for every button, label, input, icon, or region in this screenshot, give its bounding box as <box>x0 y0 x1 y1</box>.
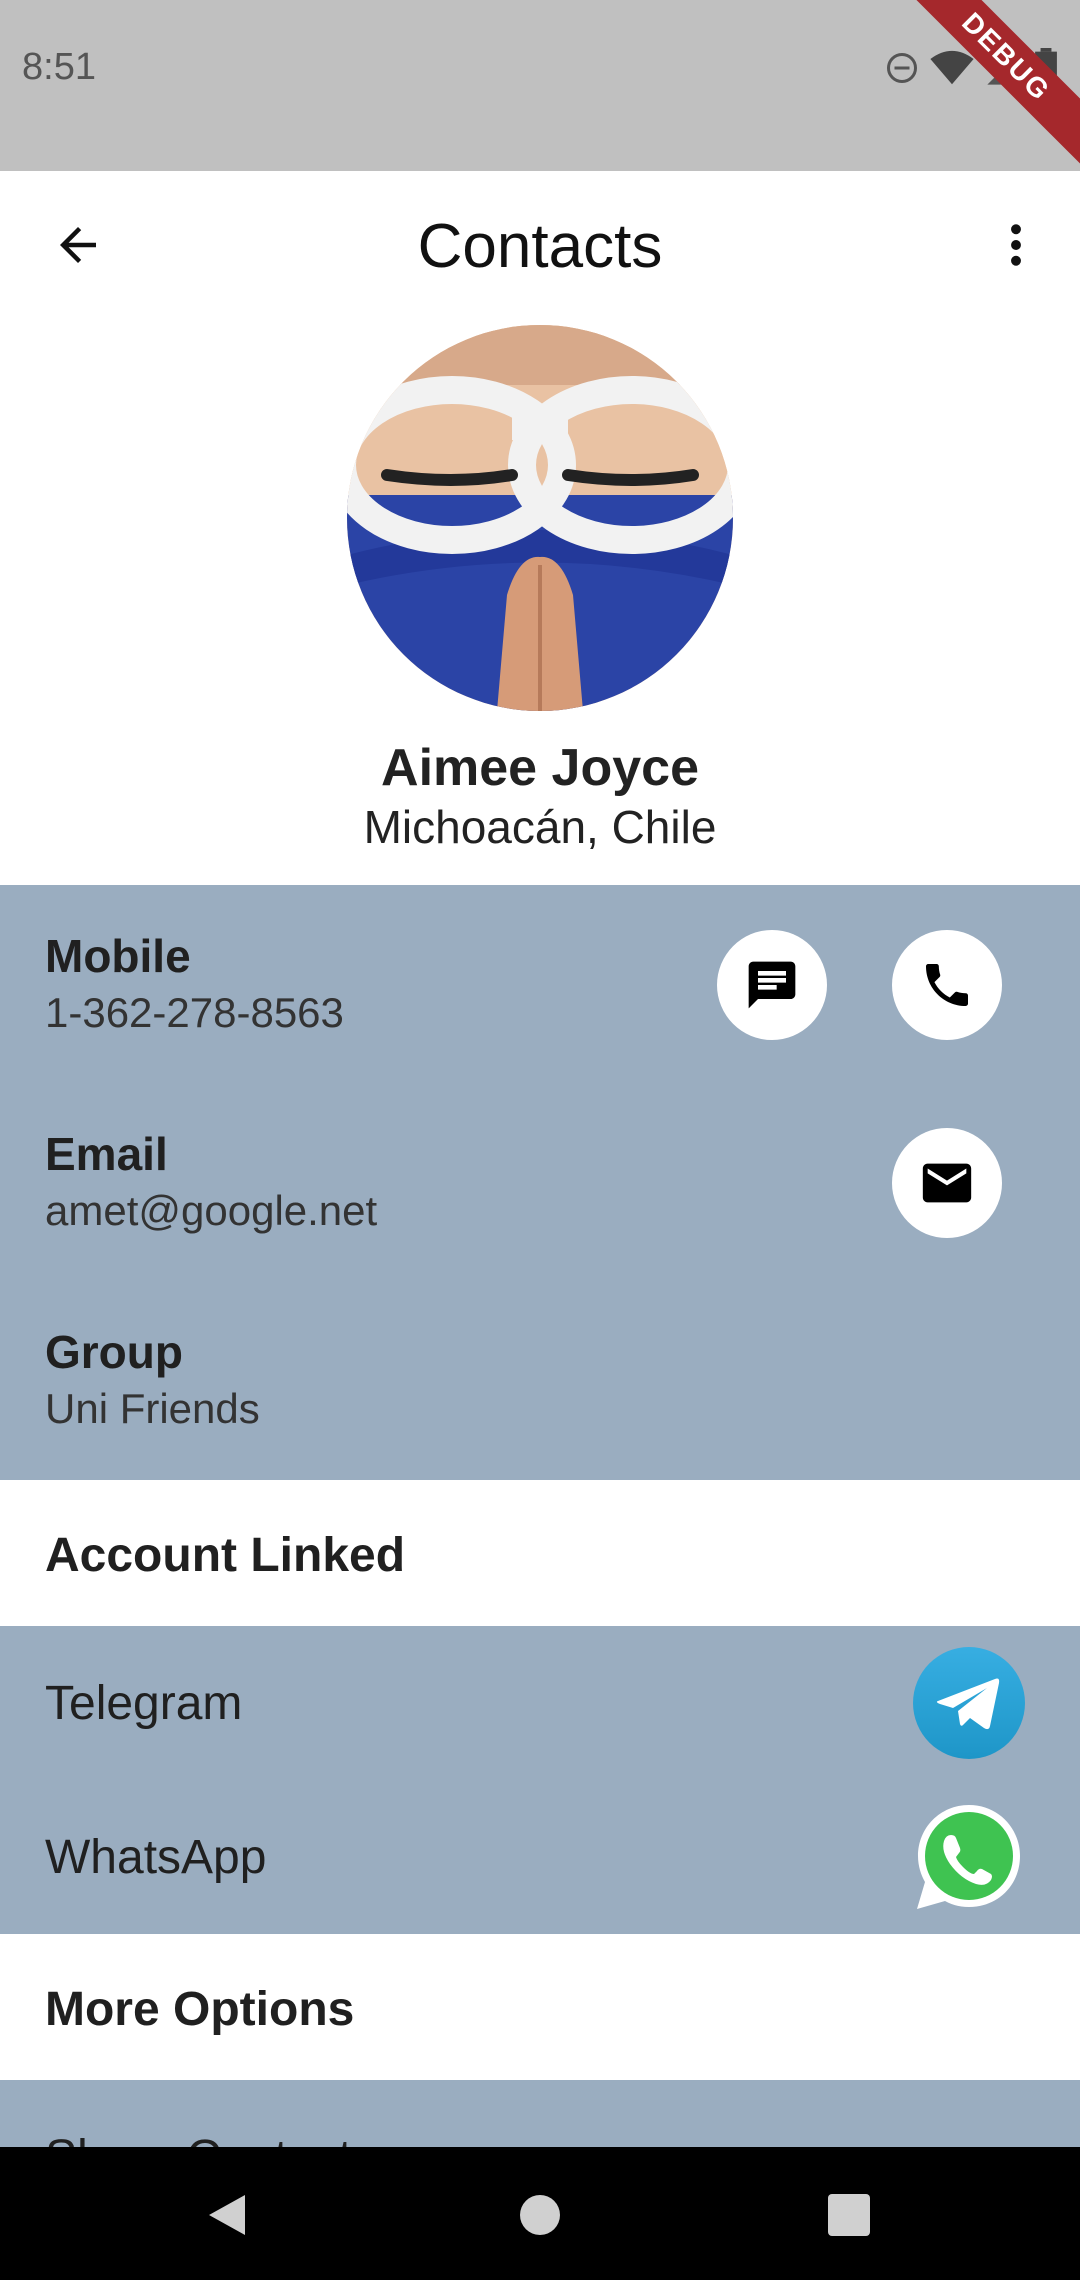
email-icon <box>922 1163 972 1203</box>
dnd-icon <box>887 53 917 83</box>
email-label: Email <box>45 1128 168 1180</box>
contact-location: Michoacán, Chile <box>363 801 717 853</box>
email-button[interactable] <box>892 1128 1002 1238</box>
more-options-button[interactable] <box>982 211 1050 279</box>
account-linked-title: Account Linked <box>45 1529 406 1582</box>
contact-name: Aimee Joyce <box>381 739 699 797</box>
email-value: amet@google.net <box>45 1187 378 1234</box>
page-title: Contacts <box>417 212 663 281</box>
nav-back-icon[interactable] <box>205 2191 249 2239</box>
telegram-button[interactable] <box>913 1647 1025 1759</box>
avatar <box>347 325 733 711</box>
whatsapp-button[interactable] <box>913 1801 1025 1913</box>
whatsapp-icon <box>917 1805 1020 1909</box>
more-options-title: More Options <box>45 1983 355 2036</box>
linked-account-telegram[interactable]: Telegram <box>0 1626 1080 1780</box>
nav-recents-icon[interactable] <box>828 2194 870 2236</box>
status-bar: 8:51 DEBUG <box>0 0 1080 171</box>
more-options-header: More Options <box>0 1934 1080 2080</box>
message-icon <box>748 961 796 1009</box>
group-row: Group Uni Friends <box>0 1281 1080 1480</box>
call-button[interactable] <box>892 930 1002 1040</box>
group-label: Group <box>45 1326 183 1378</box>
phone-icon <box>926 964 968 1006</box>
more-options-section: Share Contact <box>0 2080 1080 2150</box>
telegram-icon <box>913 1647 1025 1759</box>
nav-home-icon[interactable] <box>518 2193 562 2237</box>
message-button[interactable] <box>717 930 827 1040</box>
linked-account-whatsapp[interactable]: WhatsApp <box>0 1780 1080 1934</box>
mobile-value: 1-362-278-8563 <box>45 989 344 1036</box>
email-row: Email amet@google.net <box>0 1083 1080 1281</box>
system-nav-bar <box>0 2147 1080 2280</box>
status-time: 8:51 <box>22 46 96 88</box>
mobile-row: Mobile 1-362-278-8563 <box>0 885 1080 1085</box>
wifi-icon <box>930 50 974 85</box>
group-value: Uni Friends <box>45 1385 260 1432</box>
whatsapp-label: WhatsApp <box>45 1831 267 1884</box>
app-bar: Contacts <box>0 171 1080 321</box>
more-vert-icon <box>1011 224 1021 266</box>
telegram-label: Telegram <box>45 1677 243 1730</box>
mobile-label: Mobile <box>45 930 191 982</box>
account-linked-header: Account Linked <box>0 1480 1080 1626</box>
